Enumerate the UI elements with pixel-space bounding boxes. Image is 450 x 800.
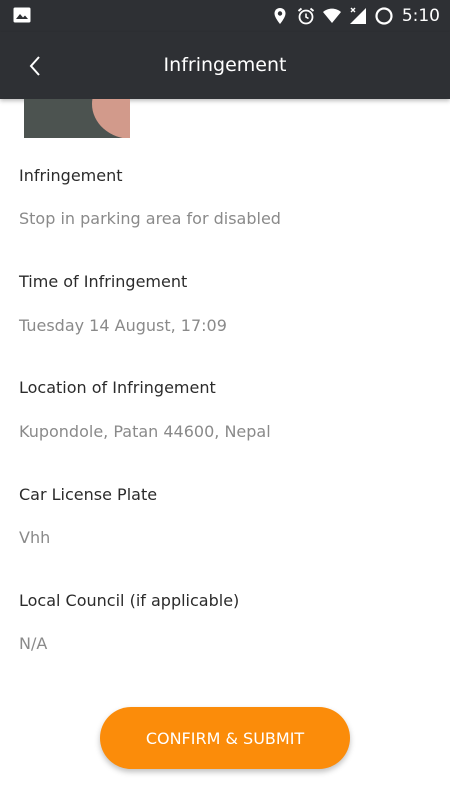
page-title: Infringement xyxy=(163,54,287,76)
wifi-icon xyxy=(322,8,341,23)
time-of-infringement-label: Time of Infringement xyxy=(19,272,188,291)
confirm-submit-button[interactable]: CONFIRM & SUBMIT xyxy=(100,707,350,769)
infringement-photo-thumbnail[interactable] xyxy=(24,99,130,138)
location-icon xyxy=(274,8,286,24)
local-council-label: Local Council (if applicable) xyxy=(19,591,240,610)
car-license-plate-value: Vhh xyxy=(19,528,51,547)
photo-content xyxy=(92,99,130,138)
location-of-infringement-value: Kupondole, Patan 44600, Nepal xyxy=(19,422,271,441)
infringement-value: Stop in parking area for disabled xyxy=(19,209,281,228)
status-bar: 5:10 xyxy=(0,0,450,32)
status-time: 5:10 xyxy=(401,6,440,26)
local-council-value: N/A xyxy=(19,634,48,653)
time-of-infringement-value: Tuesday 14 August, 17:09 xyxy=(19,316,227,335)
app-bar: Infringement xyxy=(0,32,450,99)
infringement-label: Infringement xyxy=(19,166,123,185)
alarm-icon xyxy=(297,7,314,25)
location-of-infringement-label: Location of Infringement xyxy=(19,378,216,397)
image-icon xyxy=(13,7,31,23)
battery-icon xyxy=(375,7,393,25)
car-license-plate-label: Car License Plate xyxy=(19,485,158,504)
signal-icon xyxy=(349,7,366,24)
status-icons: 5:10 xyxy=(270,4,440,28)
